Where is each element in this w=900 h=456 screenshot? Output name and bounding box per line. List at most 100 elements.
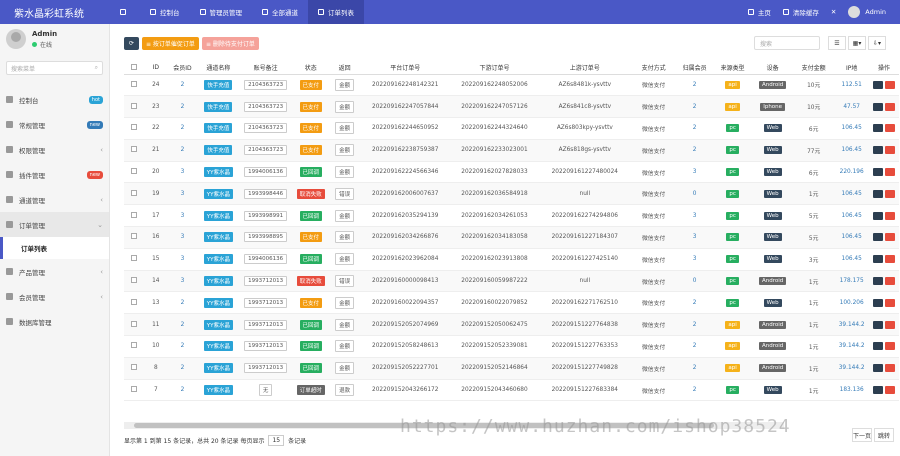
edit-button[interactable] xyxy=(873,146,884,155)
sidebar-item-database[interactable]: 数据库管理 xyxy=(0,309,109,334)
row-checkbox[interactable] xyxy=(131,298,138,305)
sidebar-item-products[interactable]: 产品管理 ‹ xyxy=(0,259,109,284)
column-header[interactable]: 来源类型 xyxy=(713,62,753,75)
edit-button[interactable] xyxy=(873,386,884,395)
top-nav-orders[interactable]: 订单列表 xyxy=(308,0,364,24)
urge-orders-button[interactable]: ≡ 按订单催促订单 xyxy=(142,36,199,50)
ip-link[interactable]: 100.206 xyxy=(840,300,864,306)
ip-link[interactable]: 47.57 xyxy=(843,104,860,110)
user-menu[interactable]: Admin xyxy=(842,6,892,18)
member-id-link[interactable]: 3 xyxy=(181,256,185,262)
delete-button[interactable] xyxy=(885,124,896,133)
delete-unpaid-button[interactable]: ≡ 删除待支付订单 xyxy=(201,36,259,50)
row-checkbox[interactable] xyxy=(131,168,138,175)
page-size-select[interactable]: 15 xyxy=(268,434,285,446)
owner-member-link[interactable]: 2 xyxy=(693,365,697,371)
edit-button[interactable] xyxy=(873,233,884,242)
ip-link[interactable]: 106.45 xyxy=(842,147,862,153)
row-checkbox[interactable] xyxy=(131,189,138,196)
select-all-checkbox[interactable] xyxy=(124,62,145,75)
edit-button[interactable] xyxy=(873,255,884,264)
sidebar-item-dashboard[interactable]: 控制台 hot xyxy=(0,87,109,112)
sidebar-item-channels[interactable]: 通道管理 ‹ xyxy=(0,187,109,212)
delete-button[interactable] xyxy=(885,342,896,351)
owner-member-link[interactable]: 3 xyxy=(693,234,697,240)
delete-button[interactable] xyxy=(885,320,896,329)
sidebar-search-input[interactable]: 搜索菜单 ⌕ xyxy=(6,61,103,75)
next-page-button[interactable]: 下一页 xyxy=(852,428,872,442)
ip-link[interactable]: 39.144.2 xyxy=(839,343,865,349)
ip-link[interactable]: 106.45 xyxy=(842,213,862,219)
refresh-button[interactable]: ⟳ xyxy=(124,36,139,50)
ip-link[interactable]: 183.136 xyxy=(840,387,864,393)
edit-button[interactable] xyxy=(873,298,884,307)
sidebar-item-orders[interactable]: 订单管理 ⌄ xyxy=(0,212,109,237)
member-id-link[interactable]: 2 xyxy=(181,343,185,349)
clear-cache-button[interactable]: 清除缓存 xyxy=(777,7,825,17)
row-checkbox[interactable] xyxy=(131,80,138,87)
row-checkbox[interactable] xyxy=(131,211,138,218)
sidebar-item-members[interactable]: 会员管理 ‹ xyxy=(0,284,109,309)
column-header[interactable]: 返回 xyxy=(329,62,361,75)
column-header[interactable]: 通道名称 xyxy=(197,62,239,75)
jump-page-button[interactable]: 跳转 xyxy=(874,428,894,442)
column-header[interactable]: 支付金额 xyxy=(793,62,835,75)
edit-button[interactable] xyxy=(873,168,884,177)
delete-button[interactable] xyxy=(885,102,896,111)
delete-button[interactable] xyxy=(885,146,896,155)
row-checkbox[interactable] xyxy=(131,320,138,327)
row-checkbox[interactable] xyxy=(131,102,138,109)
ip-link[interactable]: 178.175 xyxy=(840,278,864,284)
owner-member-link[interactable]: 2 xyxy=(693,104,697,110)
table-search-input[interactable]: 搜索 xyxy=(754,36,820,50)
delete-button[interactable] xyxy=(885,211,896,220)
delete-button[interactable] xyxy=(885,386,896,395)
owner-member-link[interactable]: 2 xyxy=(693,147,697,153)
member-id-link[interactable]: 3 xyxy=(181,234,185,240)
member-id-link[interactable]: 2 xyxy=(181,365,185,371)
delete-button[interactable] xyxy=(885,233,896,242)
column-header[interactable]: ID xyxy=(144,62,168,75)
owner-member-link[interactable]: 3 xyxy=(693,256,697,262)
owner-member-link[interactable]: 2 xyxy=(693,82,697,88)
row-checkbox[interactable] xyxy=(131,233,138,240)
member-id-link[interactable]: 2 xyxy=(181,147,185,153)
member-id-link[interactable]: 3 xyxy=(181,191,185,197)
member-id-link[interactable]: 3 xyxy=(181,278,185,284)
member-id-link[interactable]: 3 xyxy=(181,169,185,175)
top-nav-channels[interactable]: 全部通道 xyxy=(252,0,308,24)
member-id-link[interactable]: 2 xyxy=(181,322,185,328)
edit-button[interactable] xyxy=(873,364,884,373)
ip-link[interactable]: 39.144.2 xyxy=(839,365,865,371)
delete-button[interactable] xyxy=(885,189,896,198)
owner-member-link[interactable]: 2 xyxy=(693,343,697,349)
row-checkbox[interactable] xyxy=(131,364,138,371)
delete-button[interactable] xyxy=(885,168,896,177)
edit-button[interactable] xyxy=(873,342,884,351)
edit-button[interactable] xyxy=(873,277,884,286)
member-id-link[interactable]: 2 xyxy=(181,104,185,110)
member-id-link[interactable]: 2 xyxy=(181,82,185,88)
owner-member-link[interactable]: 3 xyxy=(693,169,697,175)
column-header[interactable]: 平台订单号 xyxy=(360,62,451,75)
column-header[interactable]: 下游订单号 xyxy=(450,62,539,75)
fullscreen-button[interactable]: ✕ xyxy=(825,8,842,16)
export-button[interactable]: ⇩▾ xyxy=(868,36,886,50)
home-link[interactable]: 主页 xyxy=(742,7,777,17)
row-checkbox[interactable] xyxy=(131,146,138,153)
member-id-link[interactable]: 3 xyxy=(181,213,185,219)
top-nav-dashboard[interactable]: 控制台 xyxy=(140,0,190,24)
member-id-link[interactable]: 2 xyxy=(181,387,185,393)
sidebar-item-order-list[interactable]: 订单列表 xyxy=(0,237,109,259)
row-checkbox[interactable] xyxy=(131,277,138,284)
member-id-link[interactable]: 2 xyxy=(181,300,185,306)
column-header[interactable]: 状态 xyxy=(292,62,330,75)
row-checkbox[interactable] xyxy=(131,342,138,349)
ip-link[interactable]: 106.45 xyxy=(842,234,862,240)
member-id-link[interactable]: 2 xyxy=(181,125,185,131)
toggle-view-button[interactable]: ☰ xyxy=(828,36,846,50)
row-checkbox[interactable] xyxy=(131,386,138,393)
ip-link[interactable]: 106.45 xyxy=(842,191,862,197)
edit-button[interactable] xyxy=(873,124,884,133)
owner-member-link[interactable]: 2 xyxy=(693,125,697,131)
